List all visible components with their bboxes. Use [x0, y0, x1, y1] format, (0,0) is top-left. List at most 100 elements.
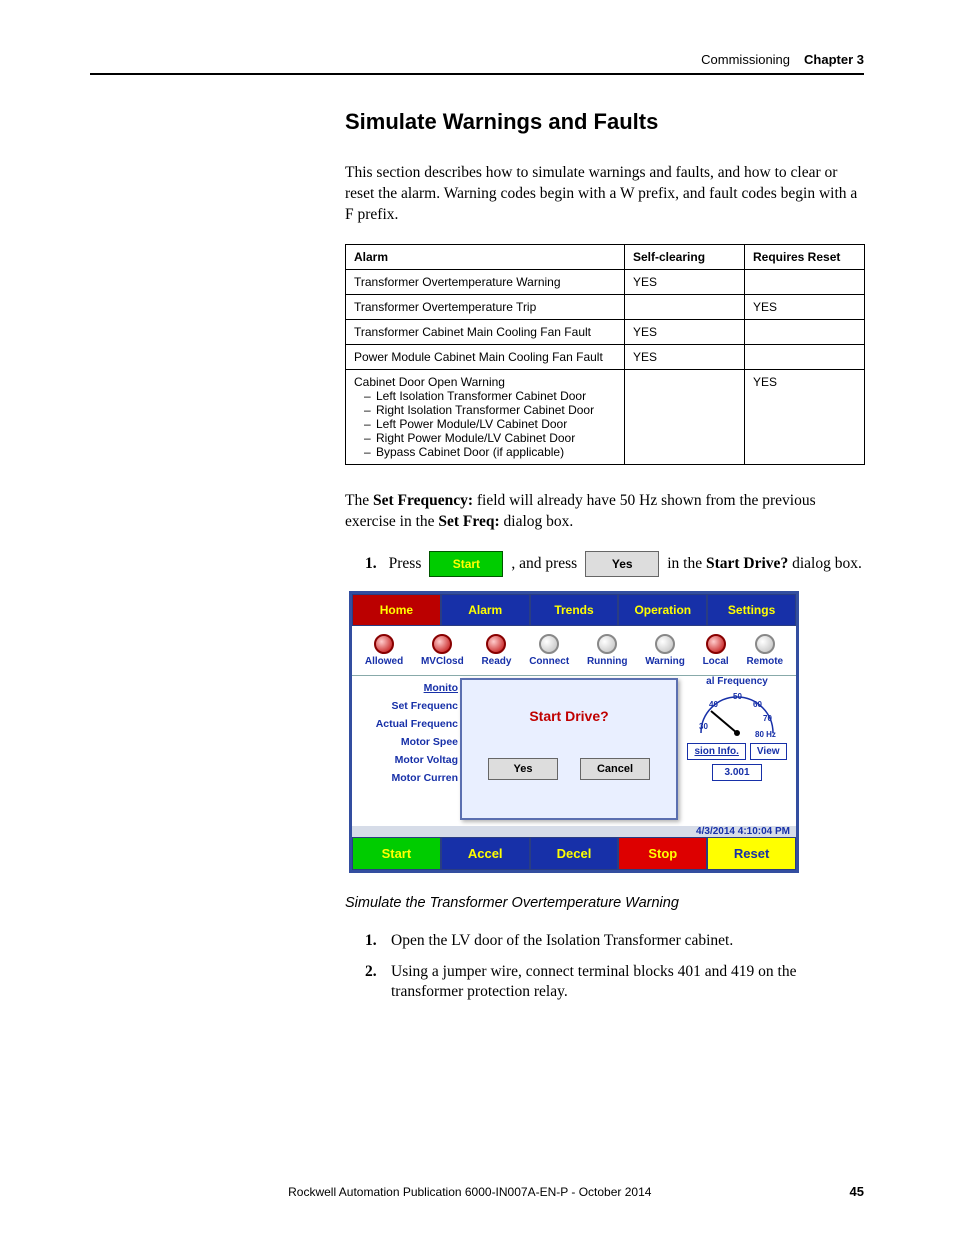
- text: Press: [389, 555, 422, 573]
- status-label: Ready: [481, 656, 511, 667]
- led-mvclosd: [432, 634, 452, 654]
- intro-paragraph: This section describes how to simulate w…: [345, 163, 865, 226]
- step-text: Open the LV door of the Isolation Transf…: [391, 931, 733, 952]
- cell: Power Module Cabinet Main Cooling Fan Fa…: [346, 344, 625, 369]
- set-frequency-paragraph: The Set Frequency: field will already ha…: [345, 491, 865, 533]
- status-label: Connect: [529, 656, 569, 667]
- cell: [625, 294, 745, 319]
- monitor-panel: Monito Set Frequenc Actual Frequenc Moto…: [352, 676, 462, 826]
- header-chapter: Chapter 3: [804, 52, 864, 67]
- cell: YES: [745, 294, 865, 319]
- gauge-label: al Frequency: [682, 676, 792, 687]
- status-label: MVClosd: [421, 656, 464, 667]
- field-set-frequency: Set Frequenc: [356, 700, 458, 712]
- cell: Transformer Cabinet Main Cooling Fan Fau…: [346, 319, 625, 344]
- gauge-panel: al Frequency 30 40 50 60 70 80 Hz: [682, 676, 792, 785]
- frequency-gauge: 30 40 50 60 70 80 Hz: [695, 689, 779, 739]
- status-label: Remote: [746, 656, 783, 667]
- cell: [745, 319, 865, 344]
- table-row: Power Module Cabinet Main Cooling Fan Fa…: [346, 344, 865, 369]
- reset-button[interactable]: Reset: [707, 837, 796, 870]
- step-number: 2.: [365, 962, 381, 1004]
- dialog-cancel-button[interactable]: Cancel: [580, 758, 650, 780]
- led-remote: [755, 634, 775, 654]
- tab-operation[interactable]: Operation: [618, 594, 707, 626]
- col-requiresreset: Requires Reset: [745, 244, 865, 269]
- header-rule: [90, 73, 864, 75]
- table-row: Transformer Cabinet Main Cooling Fan Fau…: [346, 319, 865, 344]
- field-motor-voltage: Motor Voltag: [356, 754, 458, 766]
- cell: YES: [625, 319, 745, 344]
- cell: [625, 369, 745, 464]
- cell: Transformer Overtemperature Warning: [346, 269, 625, 294]
- step-number: 1.: [365, 931, 381, 952]
- dialog-title: Start Drive?: [462, 708, 676, 724]
- procedure-list: 1. Open the LV door of the Isolation Tran…: [365, 931, 865, 1004]
- field-motor-current: Motor Curren: [356, 772, 458, 784]
- cell: YES: [625, 269, 745, 294]
- view-button[interactable]: View: [750, 743, 787, 760]
- led-running: [597, 634, 617, 654]
- col-selfclearing: Self-clearing: [625, 244, 745, 269]
- led-ready: [486, 634, 506, 654]
- start-drive-dialog: Start Drive? Yes Cancel: [460, 678, 678, 820]
- header-section: Commissioning: [701, 52, 790, 67]
- led-allowed: [374, 634, 394, 654]
- decel-button[interactable]: Decel: [530, 837, 619, 870]
- sub-item: Right Power Module/LV Cabinet Door: [364, 431, 616, 445]
- hmi-screenshot: Home Alarm Trends Operation Settings All…: [349, 591, 799, 873]
- sub-item: Left Isolation Transformer Cabinet Door: [364, 389, 616, 403]
- step-text: Using a jumper wire, connect terminal bl…: [391, 962, 865, 1004]
- start-button-image: Start: [429, 551, 503, 577]
- status-row: Allowed MVClosd Ready Connect Running Wa…: [352, 626, 796, 676]
- cell: [745, 344, 865, 369]
- stop-button[interactable]: Stop: [618, 837, 707, 870]
- sub-item: Right Isolation Transformer Cabinet Door: [364, 403, 616, 417]
- status-label: Local: [703, 656, 729, 667]
- field-actual-frequency: Actual Frequenc: [356, 718, 458, 730]
- table-row: Cabinet Door Open Warning Left Isolation…: [346, 369, 865, 464]
- sub-item: Bypass Cabinet Door (if applicable): [364, 445, 616, 459]
- col-alarm: Alarm: [346, 244, 625, 269]
- page-number: 45: [850, 1184, 864, 1199]
- svg-text:50: 50: [733, 692, 742, 701]
- page-header: Commissioning Chapter 3: [90, 52, 864, 67]
- field-motor-speed: Motor Spee: [356, 736, 458, 748]
- svg-text:70: 70: [763, 714, 772, 723]
- yes-button-image: Yes: [585, 551, 659, 577]
- publication-id: Rockwell Automation Publication 6000-IN0…: [288, 1185, 651, 1199]
- sub-item: Left Power Module/LV Cabinet Door: [364, 417, 616, 431]
- svg-text:30: 30: [699, 722, 708, 731]
- accel-button[interactable]: Accel: [441, 837, 530, 870]
- cell: YES: [745, 369, 865, 464]
- svg-text:40: 40: [709, 700, 718, 709]
- cell: [745, 269, 865, 294]
- step-number: 1.: [365, 555, 377, 573]
- led-local: [706, 634, 726, 654]
- status-label: Running: [587, 656, 628, 667]
- sion-info-link[interactable]: sion Info.: [687, 743, 745, 760]
- start-button[interactable]: Start: [352, 837, 441, 870]
- led-warning: [655, 634, 675, 654]
- sub-heading: Simulate the Transformer Overtemperature…: [345, 895, 865, 911]
- tab-trends[interactable]: Trends: [530, 594, 619, 626]
- table-row: Transformer Overtemperature Warning YES: [346, 269, 865, 294]
- text: in the Start Drive? dialog box.: [667, 555, 862, 573]
- cell: Cabinet Door Open Warning Left Isolation…: [346, 369, 625, 464]
- cell: YES: [625, 344, 745, 369]
- text: , and press: [511, 555, 577, 573]
- alarm-table: Alarm Self-clearing Requires Reset Trans…: [345, 244, 865, 465]
- hmi-main: Monito Set Frequenc Actual Frequenc Moto…: [352, 676, 796, 826]
- page-footer: Rockwell Automation Publication 6000-IN0…: [90, 1184, 864, 1199]
- status-label: Warning: [645, 656, 685, 667]
- alarm-name: Cabinet Door Open Warning: [354, 375, 505, 389]
- led-connect: [539, 634, 559, 654]
- tab-home[interactable]: Home: [352, 594, 441, 626]
- monitor-header: Monito: [356, 682, 458, 694]
- timestamp: 4/3/2014 4:10:04 PM: [352, 826, 796, 837]
- dialog-yes-button[interactable]: Yes: [488, 758, 558, 780]
- svg-text:80 Hz: 80 Hz: [755, 730, 776, 739]
- svg-text:60: 60: [753, 700, 762, 709]
- tab-alarm[interactable]: Alarm: [441, 594, 530, 626]
- tab-settings[interactable]: Settings: [707, 594, 796, 626]
